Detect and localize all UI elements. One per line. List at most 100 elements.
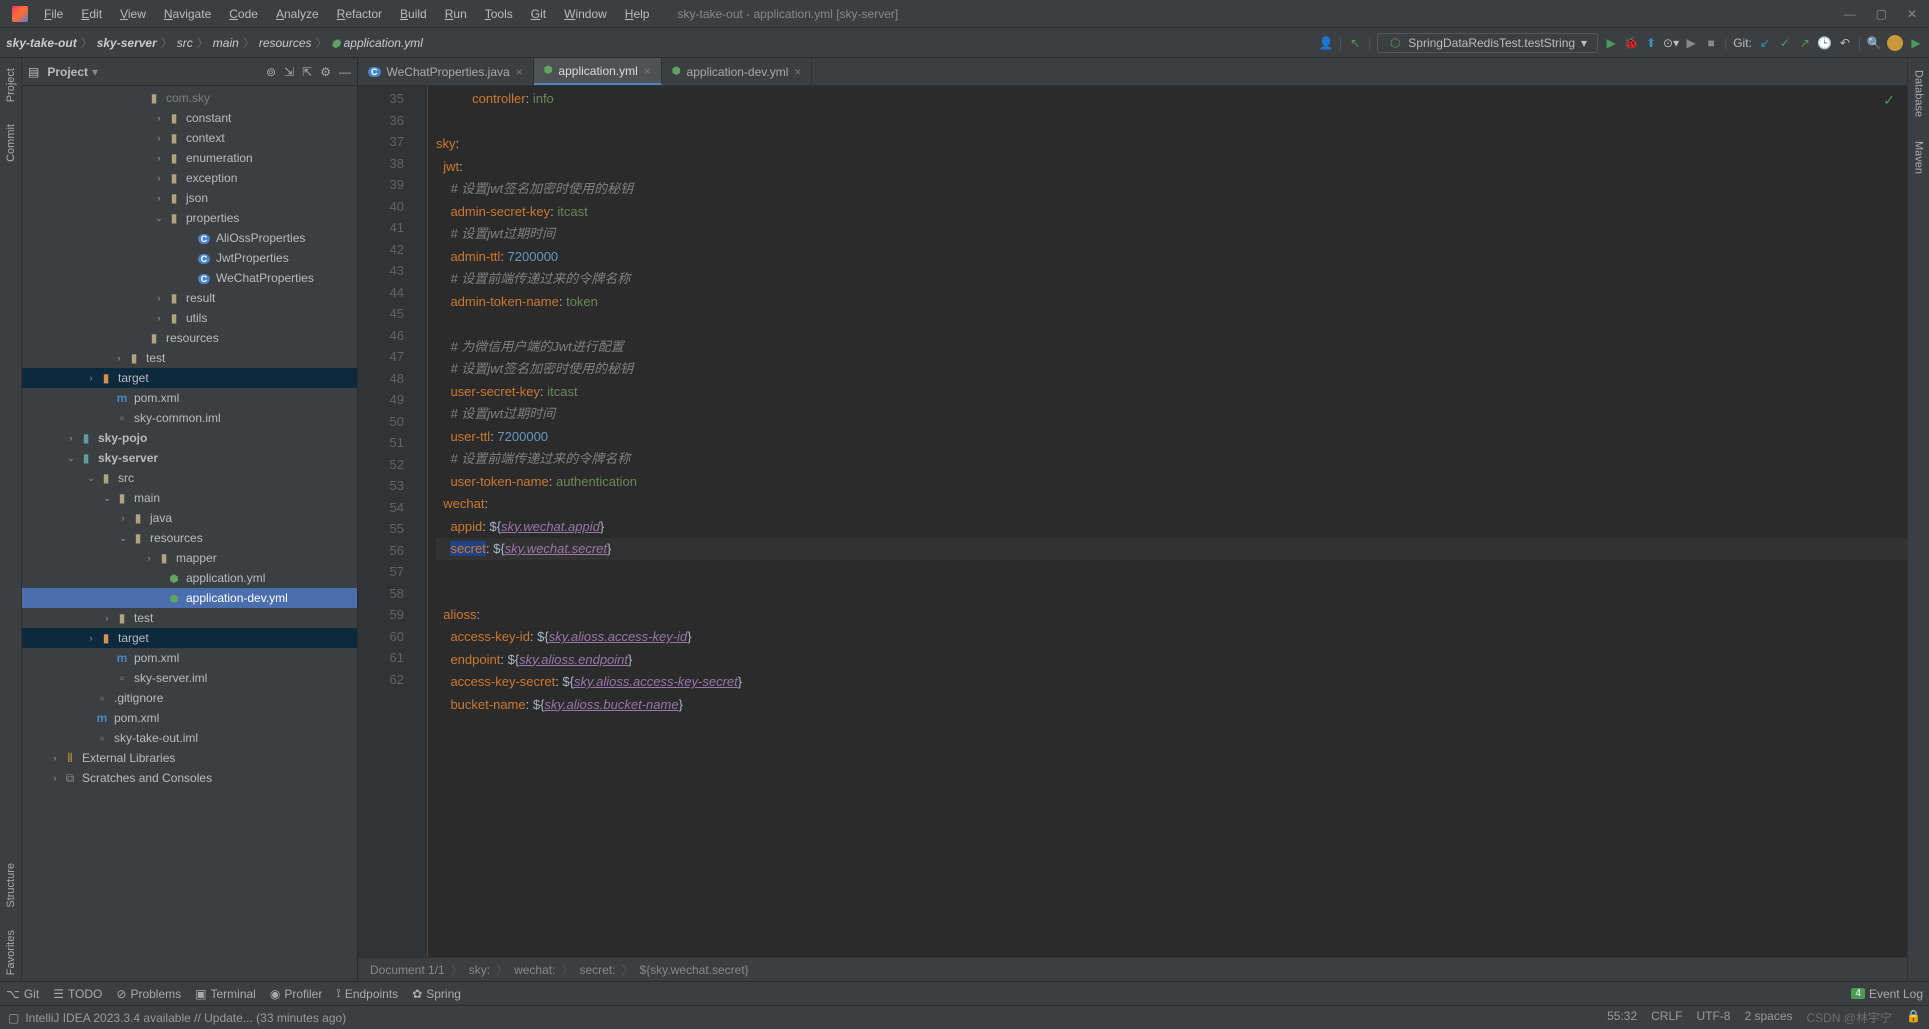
inspection-ok-icon[interactable]: ✓ [1883, 92, 1895, 109]
tree-item[interactable]: ⌄▮properties [22, 208, 357, 228]
git-commit-icon[interactable]: ✓ [1778, 36, 1792, 50]
tree-item[interactable]: ›▮sky-pojo [22, 428, 357, 448]
tree-item[interactable]: CWeChatProperties [22, 268, 357, 288]
editor-crumb[interactable]: sky: [469, 963, 490, 977]
editor-crumb[interactable]: wechat: [514, 963, 555, 977]
menu-help[interactable]: Help [617, 4, 658, 24]
editor-tab[interactable]: C WeChatProperties.java × [358, 58, 534, 85]
settings-icon[interactable]: ⚙ [320, 65, 331, 79]
menu-edit[interactable]: Edit [73, 4, 110, 24]
tree-item[interactable]: ›▮constant [22, 108, 357, 128]
tree-item[interactable]: ▫sky-take-out.iml [22, 728, 357, 748]
breadcrumb-item[interactable]: sky-server [97, 36, 157, 50]
run-config-select[interactable]: ⬡ SpringDataRedisTest.testString ▾ [1377, 33, 1598, 53]
tree-item[interactable]: ›▮test [22, 348, 357, 368]
menu-window[interactable]: Window [556, 4, 615, 24]
tree-item[interactable]: mpom.xml [22, 708, 357, 728]
coverage-icon[interactable]: ⬆ [1644, 36, 1658, 50]
git-rollback-icon[interactable]: ↶ [1838, 36, 1852, 50]
bottom-tool-spring[interactable]: ✿Spring [412, 987, 461, 1001]
profile-icon[interactable]: ⊙▾ [1664, 36, 1678, 50]
menu-run[interactable]: Run [437, 4, 475, 24]
tree-item[interactable]: ›▮utils [22, 308, 357, 328]
tree-item[interactable]: ⌄▮main [22, 488, 357, 508]
bottom-tool-profiler[interactable]: ◉Profiler [270, 987, 323, 1001]
tree-item[interactable]: ▫.gitignore [22, 688, 357, 708]
tree-item[interactable]: ⬢application-dev.yml [22, 588, 357, 608]
git-history-icon[interactable]: 🕒 [1818, 36, 1832, 50]
chevron-down-icon[interactable]: ▾ [92, 65, 98, 79]
project-tree[interactable]: ▮com.sky›▮constant›▮context›▮enumeration… [22, 86, 357, 981]
tree-item[interactable]: ⌄▮sky-server [22, 448, 357, 468]
tree-item[interactable]: CJwtProperties [22, 248, 357, 268]
tree-item[interactable]: mpom.xml [22, 388, 357, 408]
breadcrumb-item[interactable]: main [213, 36, 239, 50]
tree-item[interactable]: ⬢application.yml [22, 568, 357, 588]
close-tab-icon[interactable]: × [794, 65, 801, 79]
tool-tab-database[interactable]: Database [1911, 64, 1927, 123]
tool-tab-favorites[interactable]: Favorites [3, 924, 19, 981]
menu-git[interactable]: Git [523, 4, 554, 24]
menu-analyze[interactable]: Analyze [268, 4, 327, 24]
tree-item[interactable]: ›▮mapper [22, 548, 357, 568]
avatar-icon[interactable] [1887, 35, 1903, 51]
breadcrumb-item[interactable]: ⬢ application.yml [332, 36, 423, 50]
tree-item[interactable]: ›▮enumeration [22, 148, 357, 168]
build-icon[interactable]: ↖ [1348, 36, 1362, 50]
cursor-position[interactable]: 55:32 [1607, 1009, 1637, 1026]
hide-icon[interactable]: — [339, 65, 351, 79]
breadcrumb-item[interactable]: src [177, 36, 193, 50]
editor-tab[interactable]: ⬢ application-dev.yml × [662, 58, 813, 85]
breadcrumb-item[interactable]: resources [259, 36, 312, 50]
menu-view[interactable]: View [112, 4, 154, 24]
code-area[interactable]: controller: info sky: jwt: # 设置jwt签名加密时使… [428, 86, 1907, 957]
stop-icon[interactable]: ■ [1704, 36, 1718, 50]
event-log-button[interactable]: 4Event Log [1851, 987, 1923, 1001]
tool-tab-maven[interactable]: Maven [1911, 135, 1927, 180]
tree-item[interactable]: ›▮target [22, 628, 357, 648]
tree-item[interactable]: ›▮context [22, 128, 357, 148]
tree-item[interactable]: ›⫴External Libraries [22, 748, 357, 768]
tree-item[interactable]: ›▮json [22, 188, 357, 208]
editor-crumb[interactable]: ${sky.wechat.secret} [640, 963, 749, 977]
tool-tab-project[interactable]: Project [3, 62, 19, 108]
menu-refactor[interactable]: Refactor [329, 4, 390, 24]
lock-icon[interactable]: 🔒 [1906, 1009, 1921, 1026]
bottom-tool-problems[interactable]: ⊘Problems [116, 987, 181, 1001]
tree-item[interactable]: ▫sky-common.iml [22, 408, 357, 428]
menu-navigate[interactable]: Navigate [156, 4, 219, 24]
tree-item[interactable]: ›▮exception [22, 168, 357, 188]
tree-item[interactable]: ▮resources [22, 328, 357, 348]
bottom-tool-git[interactable]: ⌥Git [6, 987, 39, 1001]
tool-tab-structure[interactable]: Structure [3, 857, 19, 914]
search-icon[interactable]: 🔍 [1867, 36, 1881, 50]
tree-item[interactable]: mpom.xml [22, 648, 357, 668]
tool-tab-commit[interactable]: Commit [3, 118, 19, 168]
minimize-icon[interactable]: — [1844, 7, 1856, 21]
select-opened-icon[interactable]: ⊚ [266, 65, 276, 79]
file-encoding[interactable]: UTF-8 [1696, 1009, 1730, 1026]
debug-icon[interactable]: 🐞 [1624, 36, 1638, 50]
tree-item[interactable]: ›⧉Scratches and Consoles [22, 768, 357, 788]
close-tab-icon[interactable]: × [516, 65, 523, 79]
line-separator[interactable]: CRLF [1651, 1009, 1682, 1026]
editor-crumb[interactable]: secret: [579, 963, 615, 977]
menu-file[interactable]: File [36, 4, 71, 24]
indent-setting[interactable]: 2 spaces [1744, 1009, 1792, 1026]
close-tab-icon[interactable]: × [644, 64, 651, 78]
menu-build[interactable]: Build [392, 4, 435, 24]
tree-item[interactable]: CAliOssProperties [22, 228, 357, 248]
status-icon[interactable]: ▢ [8, 1011, 19, 1025]
menu-tools[interactable]: Tools [477, 4, 521, 24]
menu-code[interactable]: Code [221, 4, 266, 24]
git-push-icon[interactable]: ↗ [1798, 36, 1812, 50]
tree-item[interactable]: ›▮target [22, 368, 357, 388]
tree-item[interactable]: ⌄▮src [22, 468, 357, 488]
tree-item[interactable]: ▫sky-server.iml [22, 668, 357, 688]
tree-item[interactable]: ▮com.sky [22, 88, 357, 108]
tree-item[interactable]: ›▮test [22, 608, 357, 628]
tree-item[interactable]: ›▮java [22, 508, 357, 528]
bottom-tool-terminal[interactable]: ▣Terminal [195, 987, 256, 1001]
close-icon[interactable]: ✕ [1907, 7, 1917, 21]
editor-tab[interactable]: ⬢ application.yml × [534, 58, 662, 85]
